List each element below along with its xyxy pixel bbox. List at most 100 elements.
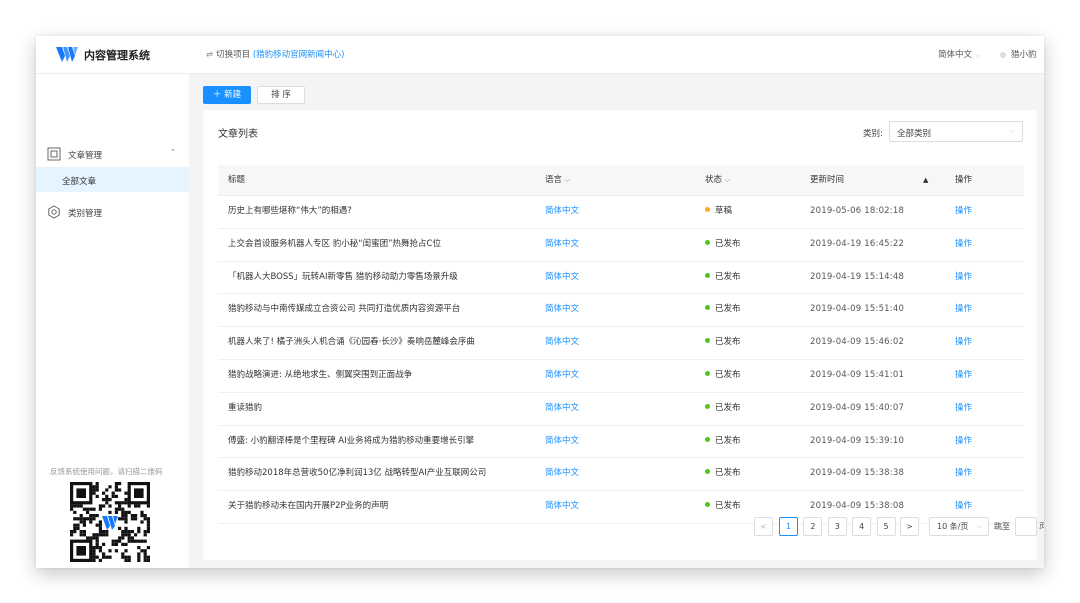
article-status: 已发布 xyxy=(705,458,741,490)
article-updated-time: 2019-04-09 15:40:07 xyxy=(810,402,905,413)
table-row: 猎豹战略演进: 从绝地求生、侧翼突围到正面战争 简体中文 已发布 2019-04-09… xyxy=(218,360,1024,393)
article-title: 「机器人大BOSS」玩转AI新零售 猎豹移动助力零售场景升级 xyxy=(228,271,458,282)
sidebar-item-label: 文章管理 xyxy=(68,151,103,161)
logo-icon xyxy=(56,47,78,62)
sort-button[interactable]: 排 序 xyxy=(257,86,305,104)
status-label: 已发布 xyxy=(715,337,741,348)
language-value: 简体中文 xyxy=(938,50,973,60)
chevron-down-icon: ⌵ xyxy=(975,51,981,59)
article-status: 已发布 xyxy=(705,360,741,392)
article-list-card: 文章列表 类别: 全部类别 ⌵ 标题 语言 ⌵ 状态 ⌵ 更新时间 ▲ 操作 历… xyxy=(203,110,1037,560)
article-language[interactable]: 简体中文 xyxy=(545,426,579,458)
article-language[interactable]: 简体中文 xyxy=(545,196,579,228)
article-title: 猎豹移动2018年总营收50亿净利润13亿 战略转型AI产业互联网公司 xyxy=(228,468,487,479)
page-suffix-label: 页 xyxy=(1039,522,1044,530)
page-size-value: 10 条/页 xyxy=(937,522,969,531)
article-status: 已发布 xyxy=(705,426,741,458)
article-action-link[interactable]: 操作 xyxy=(955,229,972,261)
sidebar-subitem-all-articles[interactable]: 全部文章 xyxy=(36,167,189,192)
status-label: 已发布 xyxy=(715,468,741,479)
project-switcher[interactable]: ⇌ 切换项目 (猎豹移动官网新闻中心) xyxy=(206,48,344,60)
article-action-link[interactable]: 操作 xyxy=(955,360,972,392)
next-page-button[interactable]: > xyxy=(900,517,919,536)
page-button[interactable]: 1 xyxy=(779,517,798,536)
new-article-button[interactable]: ＋ 新建 xyxy=(203,86,251,104)
qr-code-icon xyxy=(70,482,150,562)
article-language[interactable]: 简体中文 xyxy=(545,393,579,425)
category-filter-value: 全部类别 xyxy=(897,129,932,139)
articles-table: 标题 语言 ⌵ 状态 ⌵ 更新时间 ▲ 操作 历史上有哪些堪称“伟大”的相遇? 简… xyxy=(218,165,1024,524)
article-action-link[interactable]: 操作 xyxy=(955,327,972,359)
chevron-up-icon: ⌃ xyxy=(170,148,176,156)
article-action-link[interactable]: 操作 xyxy=(955,262,972,294)
article-action-link[interactable]: 操作 xyxy=(955,426,972,458)
article-title: 机器人来了! 橘子洲头人机合诵《沁园春·长沙》奏响岳麓峰会序曲 xyxy=(228,337,475,348)
article-language[interactable]: 简体中文 xyxy=(545,229,579,261)
status-label: 已发布 xyxy=(715,501,741,512)
jump-label: 跳至 xyxy=(994,522,1010,531)
status-dot xyxy=(705,502,710,508)
page-button[interactable]: 5 xyxy=(876,517,896,536)
article-updated-time: 2019-04-09 15:41:01 xyxy=(810,369,905,380)
article-action-link[interactable]: 操作 xyxy=(955,393,972,425)
article-status: 已发布 xyxy=(705,262,741,294)
article-language[interactable]: 简体中文 xyxy=(545,327,579,359)
article-action-link[interactable]: 操作 xyxy=(955,294,972,326)
status-dot xyxy=(705,469,710,475)
article-language[interactable]: 简体中文 xyxy=(545,458,579,490)
status-dot xyxy=(705,338,710,344)
article-updated-time: 2019-04-09 15:38:38 xyxy=(810,468,905,479)
jump-page-input[interactable] xyxy=(1015,517,1037,536)
article-status: 已发布 xyxy=(705,229,741,261)
column-header-status-label: 状态 xyxy=(705,175,723,185)
sort-caret-icon[interactable]: ▲ xyxy=(923,165,928,195)
status-dot xyxy=(705,370,710,376)
status-label: 已发布 xyxy=(715,435,741,446)
chevron-down-icon: ⌵ xyxy=(976,522,982,530)
status-label: 草稿 xyxy=(715,206,733,216)
table-row: 「机器人大BOSS」玩转AI新零售 猎豹移动助力零售场景升级 简体中文 已发布 201… xyxy=(218,262,1024,295)
article-language[interactable]: 简体中文 xyxy=(545,360,579,392)
article-updated-time: 2019-04-09 15:39:10 xyxy=(810,435,905,446)
table-row: 机器人来了! 橘子洲头人机合诵《沁园春·长沙》奏响岳麓峰会序曲 简体中文 已发布 20… xyxy=(218,327,1024,360)
status-dot xyxy=(705,403,710,409)
status-dot xyxy=(705,207,710,212)
article-action-link[interactable]: 操作 xyxy=(955,196,972,228)
list-title: 文章列表 xyxy=(218,129,258,140)
page-button[interactable]: 4 xyxy=(852,517,872,536)
sidebar-item-categories[interactable]: 类别管理 xyxy=(36,199,189,225)
article-status: 已发布 xyxy=(705,327,741,359)
user-menu[interactable]: 猎小豹 xyxy=(1000,48,1037,60)
column-header-language-label: 语言 xyxy=(545,175,563,185)
current-project[interactable]: (猎豹移动官网新闻中心) xyxy=(253,50,345,60)
status-dot xyxy=(705,272,710,278)
article-language[interactable]: 简体中文 xyxy=(545,294,579,326)
status-dot xyxy=(705,239,710,245)
page-button[interactable]: 2 xyxy=(803,517,823,536)
sidebar-subitem-label: 全部文章 xyxy=(62,177,97,187)
page-size-select[interactable]: 10 条/页 ⌵ xyxy=(929,517,989,536)
column-header-language[interactable]: 语言 ⌵ xyxy=(545,165,570,195)
sidebar-item-label: 类别管理 xyxy=(68,209,103,219)
category-filter-label: 类别: xyxy=(863,129,883,139)
article-action-link[interactable]: 操作 xyxy=(955,458,972,490)
status-label: 已发布 xyxy=(715,271,741,282)
category-filter-select[interactable]: 全部类别 ⌵ xyxy=(889,121,1023,142)
top-header: 内容管理系统 ⇌ 切换项目 (猎豹移动官网新闻中心) 简体中文 ⌵ 猎小豹 xyxy=(36,36,1044,74)
article-language[interactable]: 简体中文 xyxy=(545,262,579,294)
sidebar-item-articles[interactable]: 文章管理 ⌃ xyxy=(36,141,189,167)
column-header-status[interactable]: 状态 ⌵ xyxy=(705,165,730,195)
chevron-down-icon: ⌵ xyxy=(564,176,571,184)
article-updated-time: 2019-05-06 18:02:18 xyxy=(810,206,905,216)
prev-page-button[interactable]: < xyxy=(754,517,773,536)
article-updated-time: 2019-04-19 15:14:48 xyxy=(810,271,905,282)
article-title: 重读猎豹 xyxy=(228,402,263,413)
status-label: 已发布 xyxy=(715,238,741,249)
column-header-action: 操作 xyxy=(955,175,973,185)
language-selector[interactable]: 简体中文 ⌵ xyxy=(938,48,980,60)
article-title: 上交会首设服务机器人专区 豹小秘“闺蜜团”热舞抢占C位 xyxy=(228,238,441,249)
page-button[interactable]: 3 xyxy=(827,517,847,536)
article-status: 已发布 xyxy=(705,393,741,425)
pagination: < 12345 > 10 条/页 ⌵ 跳至 页 xyxy=(189,517,1044,539)
status-label: 已发布 xyxy=(715,304,741,315)
